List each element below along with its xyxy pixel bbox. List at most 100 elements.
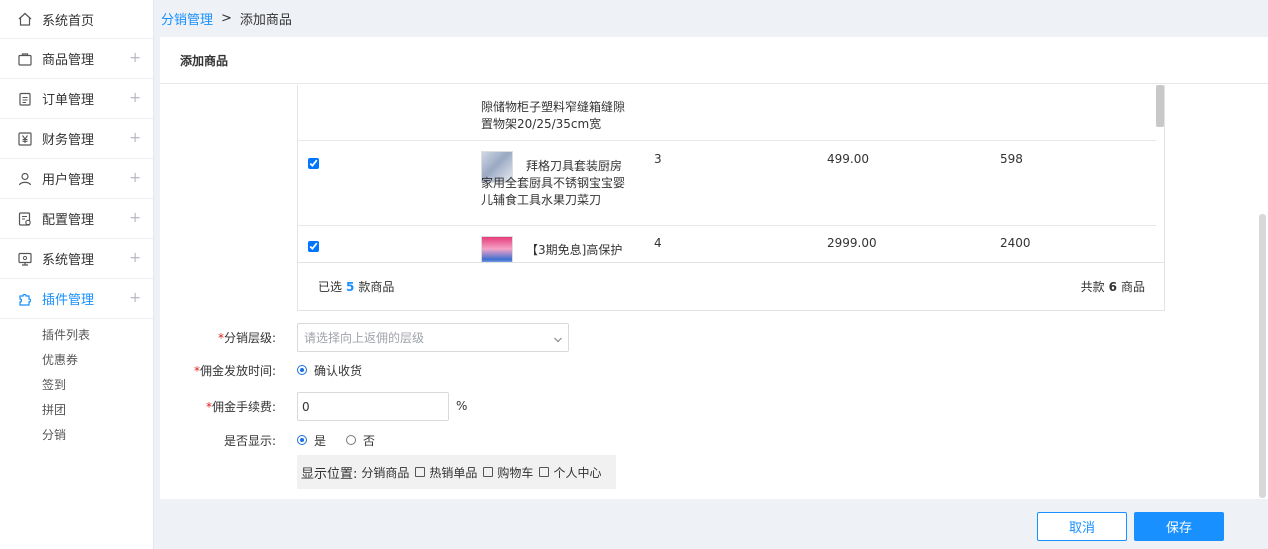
product-name: 拜格刀具套装厨房家用全套厨具不锈钢宝宝婴儿辅食工具水果刀菜刀: [481, 159, 626, 207]
product-table: 隙储物柜子塑料窄缝箱缝隙置物架20/25/35cm宽 拜格刀具套装厨房家用全套厨…: [297, 85, 1165, 311]
submenu-item-coupons[interactable]: 优惠券: [0, 348, 153, 373]
product-col1: 4: [654, 236, 662, 250]
sidebar-item-label: 插件管理: [42, 293, 95, 308]
breadcrumb-current: 添加商品: [239, 13, 292, 28]
row-checkbox[interactable]: [308, 158, 319, 169]
home-icon: [17, 11, 33, 27]
sidebar-item-label: 用户管理: [42, 173, 95, 188]
monitor-icon: [17, 251, 33, 267]
fee-row: *佣金手续费:: [160, 392, 280, 421]
position-option-profile[interactable]: 个人中心: [553, 464, 601, 481]
radio-confirm-receipt[interactable]: [297, 365, 307, 375]
product-name: 【3期免息]高保护: [526, 243, 623, 257]
commission-time-option[interactable]: 确认收货: [297, 362, 362, 379]
commission-time-row: *佣金发放时间: 确认收货: [160, 361, 362, 379]
sidebar-item-system[interactable]: 系统管理 +: [0, 239, 153, 279]
submenu-item-plugin-list[interactable]: 插件列表: [0, 323, 153, 348]
sidebar-item-plugins[interactable]: 插件管理 +: [0, 279, 153, 319]
display-row: 是否显示: 是 否: [160, 431, 375, 449]
sidebar-item-label: 系统首页: [42, 13, 95, 29]
submenu-item-distribution[interactable]: 分销: [0, 423, 153, 448]
puzzle-icon: [17, 291, 33, 307]
commission-time-option-label: 确认收货: [314, 363, 363, 378]
save-button[interactable]: 保存: [1134, 512, 1224, 541]
commission-time-label: *佣金发放时间:: [193, 363, 276, 378]
checkbox-profile[interactable]: [539, 467, 550, 477]
sidebar: 系统首页 商品管理 + 订单管理 + 财务管理 + 用户管理 + 配置管理 +: [0, 0, 154, 549]
fee-label: *佣金手续费:: [205, 400, 276, 414]
display-label: 是否显示:: [223, 433, 276, 448]
sidebar-item-finance[interactable]: 财务管理 +: [0, 119, 153, 159]
table-footer: 已选 5 款商品 共款 6 商品: [298, 262, 1164, 310]
checkbox-hot-sale[interactable]: [415, 467, 426, 477]
expand-plus-icon[interactable]: +: [129, 131, 141, 145]
clipboard-icon: [17, 91, 33, 107]
sidebar-item-label: 订单管理: [42, 93, 95, 108]
display-no-label[interactable]: 否: [363, 432, 375, 449]
fee-unit: %: [456, 399, 468, 413]
fee-input[interactable]: [297, 392, 449, 421]
product-col3: 2400: [1000, 236, 1031, 250]
radio-display-yes[interactable]: [297, 435, 307, 445]
card-header: 添加商品: [160, 37, 1268, 84]
total-suffix: 商品: [1120, 280, 1145, 294]
bag-icon: [17, 51, 33, 67]
submenu-item-checkin[interactable]: 签到: [0, 373, 153, 398]
table-scrollbar[interactable]: [1156, 85, 1164, 127]
selected-count: 5: [346, 280, 355, 294]
row-checkbox[interactable]: [308, 241, 319, 252]
table-row: 隙储物柜子塑料窄缝箱缝隙置物架20/25/35cm宽: [298, 85, 1156, 141]
position-label: 显示位置:: [301, 466, 358, 482]
sidebar-item-orders[interactable]: 订单管理 +: [0, 79, 153, 119]
display-options: 是 否: [297, 432, 375, 449]
sidebar-item-label: 系统管理: [42, 253, 95, 268]
sidebar-item-label: 财务管理: [42, 133, 95, 148]
position-option-distribution[interactable]: 分销商品: [361, 464, 409, 481]
sidebar-item-config[interactable]: 配置管理 +: [0, 199, 153, 239]
product-col1: 3: [654, 152, 662, 166]
radio-display-no[interactable]: [346, 435, 357, 445]
form-card: 添加商品 隙储物柜子塑料窄缝箱缝隙置物架20/25/35cm宽 拜格刀具套装厨房…: [160, 37, 1268, 499]
yen-icon: [17, 131, 33, 147]
total-count-text: 共款 6 商品: [1081, 278, 1145, 295]
product-price: 2999.00: [827, 236, 877, 250]
selected-count-text: 已选 5 款商品: [318, 278, 394, 295]
expand-plus-icon[interactable]: +: [129, 51, 141, 65]
expand-plus-icon[interactable]: +: [129, 291, 141, 305]
product-name: 隙储物柜子塑料窄缝箱缝隙置物架20/25/35cm宽: [481, 100, 626, 131]
sidebar-item-users[interactable]: 用户管理 +: [0, 159, 153, 199]
level-label: *分销层级:: [217, 331, 276, 345]
breadcrumb-separator: >: [221, 11, 232, 26]
product-table-body[interactable]: 隙储物柜子塑料窄缝箱缝隙置物架20/25/35cm宽 拜格刀具套装厨房家用全套厨…: [298, 85, 1164, 262]
total-prefix: 共款: [1080, 280, 1105, 294]
level-select[interactable]: 请选择向上返佣的层级: [297, 323, 569, 352]
cancel-button[interactable]: 取消: [1037, 512, 1127, 541]
sidebar-item-label: 配置管理: [42, 213, 95, 228]
product-col3: 598: [1000, 152, 1023, 166]
display-yes-label[interactable]: 是: [314, 432, 326, 449]
breadcrumb-parent-link[interactable]: 分销管理: [161, 9, 213, 28]
expand-plus-icon[interactable]: +: [129, 91, 141, 105]
checkbox-cart[interactable]: [483, 467, 494, 477]
expand-plus-icon[interactable]: +: [129, 251, 141, 265]
table-row: 拜格刀具套装厨房家用全套厨具不锈钢宝宝婴儿辅食工具水果刀菜刀 3 499.00 …: [298, 141, 1156, 226]
expand-plus-icon[interactable]: +: [129, 171, 141, 185]
position-option-hot-sale[interactable]: 热销单品: [429, 464, 477, 481]
level-placeholder: 请选择向上返佣的层级: [304, 331, 425, 345]
level-row: *分销层级:: [160, 323, 280, 352]
position-option-cart[interactable]: 购物车: [497, 464, 533, 481]
user-icon: [17, 171, 33, 187]
table-row: 【3期免息]高保护 4 2999.00 2400: [298, 226, 1156, 262]
settings-doc-icon: [17, 211, 33, 227]
submenu-item-group-buy[interactable]: 拼团: [0, 398, 153, 423]
product-price: 499.00: [827, 152, 869, 166]
page-scrollbar[interactable]: [1259, 214, 1266, 498]
breadcrumb: 分销管理 > 添加商品: [154, 0, 1268, 37]
page-title: 添加商品: [180, 53, 229, 68]
chevron-down-icon: [554, 333, 562, 343]
sidebar-item-products[interactable]: 商品管理 +: [0, 39, 153, 79]
expand-plus-icon[interactable]: +: [129, 211, 141, 225]
selected-suffix: 款商品: [358, 280, 395, 294]
sidebar-item-home[interactable]: 系统首页: [0, 0, 153, 39]
display-position-box: 显示位置: 分销商品 热销单品 购物车 个人中心: [297, 455, 616, 489]
